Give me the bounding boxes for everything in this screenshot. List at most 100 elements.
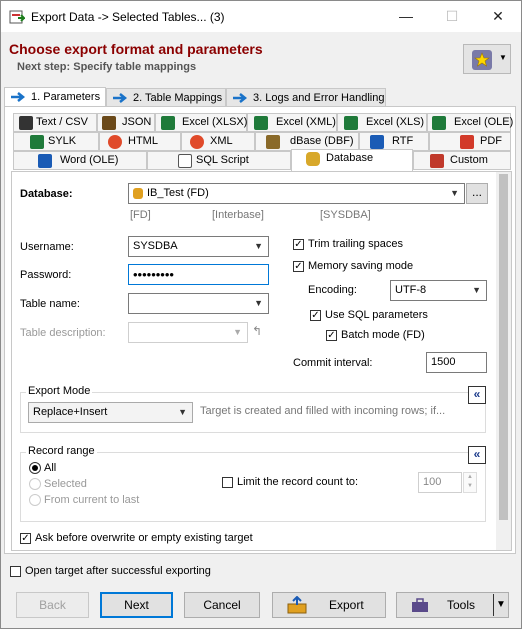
format-tab-sql-script[interactable]: SQL Script [147,151,291,170]
header-title: Choose export format and parameters [9,41,263,57]
minimize-button[interactable]: — [383,1,429,32]
maximize-button[interactable]: ☐ [429,1,475,32]
memory-saving-label: Memory saving mode [308,260,414,272]
export-button[interactable]: Export [272,592,386,618]
chevron-down-icon: ▼ [178,407,187,417]
back-button[interactable]: Back [16,592,89,618]
format-tab-sylk[interactable]: SYLK [13,132,99,151]
scrollbar-thumb[interactable] [499,174,508,520]
password-field[interactable]: ••••••••• [128,264,269,285]
chevron-down-icon: ▼ [254,298,263,308]
json-icon [102,116,116,130]
tools-button[interactable]: Tools ▼ [396,592,509,618]
format-tab-word-ole[interactable]: Word (OLE) [13,151,147,170]
excel-icon [344,116,358,130]
header-subtitle: Next step: Specify table mappings [17,61,197,73]
sylk-icon [30,135,44,149]
format-tab-json[interactable]: JSON [97,113,155,132]
ask-overwrite-checkbox[interactable]: ✓ [20,533,31,544]
radio-selected [29,478,41,490]
password-label: Password: [20,269,72,281]
collapse-record-range-button[interactable]: « [468,446,486,464]
memory-saving-checkbox[interactable]: ✓ [293,261,304,272]
chrome-icon [190,135,204,149]
export-mode-hint: Target is created and filled with incomi… [200,405,446,417]
radio-selected-label: Selected [44,478,87,490]
radio-all-label: All [44,462,57,474]
close-button[interactable]: ✕ [475,1,521,32]
limit-record-count-checkbox[interactable] [222,477,233,488]
format-tab-excel-xlsx[interactable]: Excel (XLSX) [155,113,247,132]
chrome-icon [108,135,122,149]
chevron-down-icon: ▼ [499,53,507,62]
undo-icon[interactable]: ↰ [252,324,262,338]
chevron-down-icon: ▼ [450,188,459,198]
format-tab-excel-xml[interactable]: Excel (XML) [247,113,337,132]
tab-parameters[interactable]: 1. Parameters [4,87,106,107]
open-target-checkbox[interactable] [10,566,21,577]
radio-current-to-last [29,494,41,506]
database-settings-panel: Database: IB_Test (FD) ▼ ... [FD] [Inter… [11,171,512,551]
record-range-legend: Record range [26,445,97,457]
db-tag-server: [Interbase] [212,209,264,221]
database-icon [133,188,143,199]
text-file-icon [19,116,33,130]
excel-icon [432,116,446,130]
toolbox-icon [412,598,428,612]
table-description-combobox: ▼ [128,322,248,343]
collapse-export-mode-button[interactable]: « [468,386,486,404]
table-description-label: Table description: [20,327,106,339]
format-tab-html[interactable]: HTML [99,132,181,151]
export-icon [287,596,307,614]
ask-overwrite-label: Ask before overwrite or empty existing t… [35,532,253,544]
format-tab-database[interactable]: Database [291,149,413,172]
trim-trailing-spaces-label: Trim trailing spaces [308,238,403,250]
database-browse-button[interactable]: ... [466,183,488,204]
tab-logs-error-handling[interactable]: 3. Logs and Error Handling [226,88,386,108]
username-combobox[interactable]: SYSDBA ▼ [128,236,269,257]
radio-all[interactable] [29,462,41,474]
tab-table-mappings[interactable]: 2. Table Mappings [106,88,226,108]
document-icon [178,154,192,168]
format-tab-xml[interactable]: XML [181,132,255,151]
table-name-combobox[interactable]: ▼ [128,293,269,314]
wizard-header: Choose export format and parameters Next… [1,32,521,84]
arrow-right-icon [11,92,25,102]
database-icon [306,152,320,166]
export-mode-select[interactable]: Replace+Insert ▼ [28,402,193,423]
chevron-down-icon: ▼ [233,327,242,337]
pdf-icon [460,135,474,149]
excel-icon [254,116,268,130]
cancel-button[interactable]: Cancel [184,592,260,618]
table-name-label: Table name: [20,298,80,310]
limit-record-count-label: Limit the record count to: [237,476,359,488]
limit-record-count-input: 100 [418,472,462,493]
format-tab-excel-ole[interactable]: Excel (OLE) [427,113,513,132]
encoding-select[interactable]: UTF-8 ▼ [390,280,487,301]
custom-icon [430,154,444,168]
favorites-button[interactable]: ▼ [463,44,511,74]
dbase-icon [266,135,280,149]
scrollbar[interactable] [496,172,511,550]
use-sql-parameters-label: Use SQL parameters [325,309,428,321]
database-select[interactable]: IB_Test (FD) ▼ [128,183,465,204]
title-bar: Export Data -> Selected Tables... (3) — … [1,1,521,32]
commit-interval-input[interactable]: 1500 [426,352,487,373]
format-tab-pdf[interactable]: PDF [429,132,511,151]
format-tab-text-csv[interactable]: Text / CSV [13,113,97,132]
excel-icon [161,116,175,130]
next-button[interactable]: Next [100,592,173,618]
arrow-right-icon [113,93,127,103]
batch-mode-label: Batch mode (FD) [341,329,425,341]
username-label: Username: [20,241,74,253]
word-icon [38,154,52,168]
format-tab-excel-xls[interactable]: Excel (XLS) [337,113,427,132]
use-sql-parameters-checkbox[interactable]: ✓ [310,310,321,321]
open-target-label: Open target after successful exporting [25,565,211,577]
batch-mode-checkbox[interactable]: ✓ [326,330,337,341]
chevron-down-icon: ▼ [472,285,481,295]
trim-trailing-spaces-checkbox[interactable]: ✓ [293,239,304,250]
arrow-right-icon [233,93,247,103]
format-tab-custom[interactable]: Custom [413,151,511,170]
export-data-window: Export Data -> Selected Tables... (3) — … [0,0,522,629]
